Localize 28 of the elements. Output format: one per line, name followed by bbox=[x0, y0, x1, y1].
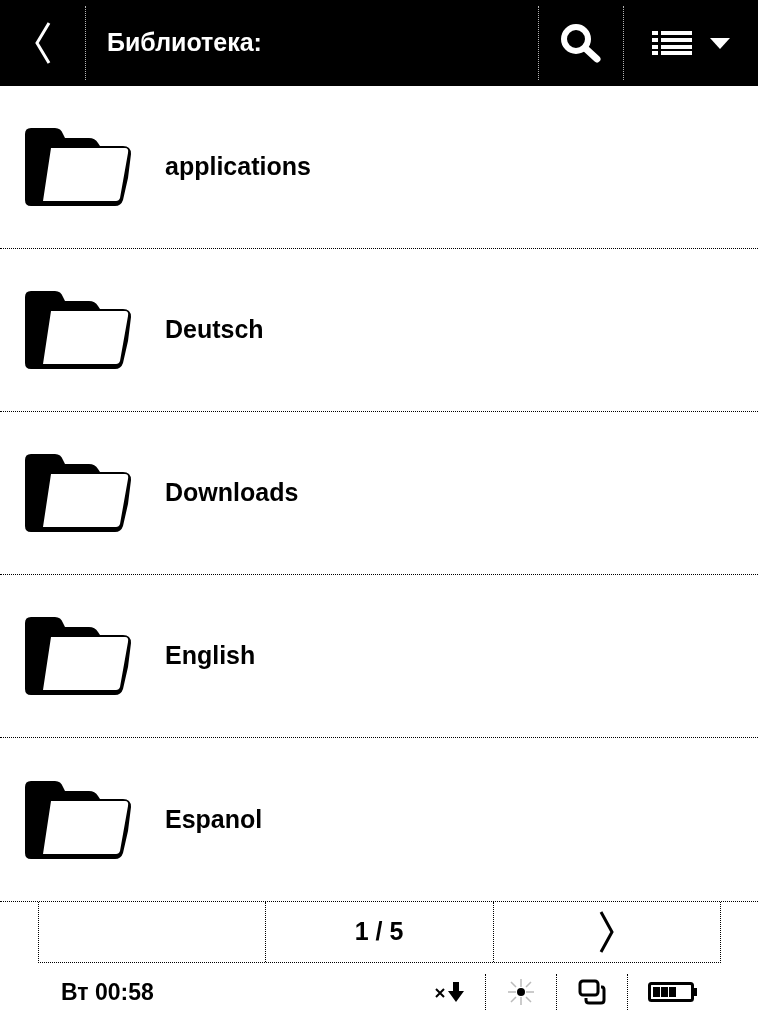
folder-name: applications bbox=[165, 151, 311, 183]
back-icon bbox=[33, 21, 52, 65]
battery-icon bbox=[648, 982, 698, 1002]
clock: Вт 00:58 bbox=[60, 977, 155, 1007]
page-indicator: 1 / 5 bbox=[265, 902, 494, 962]
folder-icon bbox=[25, 617, 133, 695]
folder-row[interactable]: English bbox=[0, 575, 758, 738]
dropdown-caret-icon bbox=[710, 37, 730, 49]
folder-name: Espanol bbox=[165, 803, 263, 835]
folder-icon bbox=[25, 291, 133, 369]
folder-icon bbox=[25, 780, 133, 859]
folder-name: English bbox=[165, 640, 256, 672]
folder-icon bbox=[25, 454, 133, 532]
header-title: Библиотека: bbox=[106, 27, 263, 59]
folder-name: Deutsch bbox=[165, 314, 264, 346]
folder-name: Downloads bbox=[165, 477, 299, 509]
search-icon bbox=[559, 22, 603, 64]
next-icon bbox=[598, 910, 615, 954]
list-icon bbox=[652, 31, 692, 55]
windows-icon bbox=[578, 979, 606, 1005]
download-off-icon bbox=[434, 981, 466, 1003]
folder-row[interactable]: Espanol bbox=[0, 738, 758, 901]
folder-row[interactable]: Downloads bbox=[0, 412, 758, 575]
search-button[interactable] bbox=[538, 6, 624, 80]
brightness-icon bbox=[507, 978, 535, 1006]
folder-row[interactable]: applications bbox=[0, 86, 758, 249]
folder-row[interactable]: Deutsch bbox=[0, 249, 758, 412]
folder-icon bbox=[25, 128, 133, 206]
